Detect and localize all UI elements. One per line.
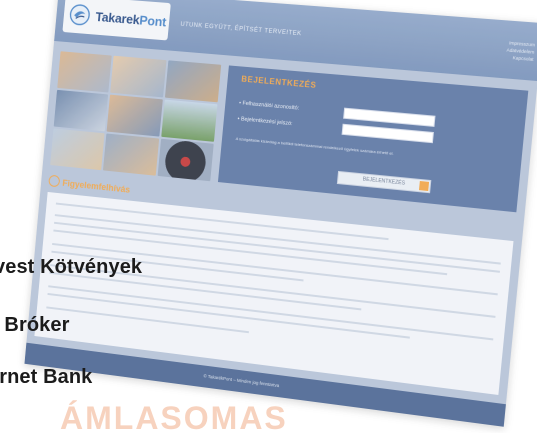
photo-family — [57, 51, 112, 92]
photo-reading — [103, 134, 159, 176]
login-button-label: BEJELENTKEZÉS — [362, 176, 405, 186]
section-title: Figyelemfelhívás — [48, 175, 131, 195]
brand-name: TakarekPont — [95, 9, 167, 29]
screenshot-stage: TakarekPont UTUNK EGYÜTT, ÉPÍTSÉT TERVEI… — [0, 0, 537, 433]
photo-card — [157, 139, 213, 182]
photo-collage — [50, 51, 221, 181]
brand-logo[interactable]: TakarekPont — [62, 0, 170, 40]
photo-business — [54, 90, 109, 132]
photo-landscape — [161, 100, 218, 142]
overlay-heading-broker: t Bróker — [0, 314, 70, 337]
logo-swirl-icon — [69, 3, 91, 26]
site-tagline: UTUNK EGYÜTT, ÉPÍTSÉT TERVEITEK — [180, 22, 302, 38]
photo-kids — [50, 128, 105, 170]
password-field[interactable] — [342, 124, 434, 144]
login-panel: BEJELENTKEZÉS • Felhasználói azonosító: … — [218, 65, 528, 212]
info-circle-icon — [48, 175, 60, 188]
section-title-text: Figyelemfelhívás — [62, 178, 131, 195]
photo-smiling — [107, 95, 163, 137]
arrow-right-icon — [419, 181, 429, 191]
username-label: • Felhasználói azonosító: — [239, 100, 300, 111]
photo-portrait — [165, 60, 222, 102]
login-title: BEJELENTKEZÉS — [241, 75, 317, 90]
photo-couple — [110, 56, 166, 98]
password-label: • Bejelentkezési jelszó: — [237, 116, 292, 127]
top-link-kapcsolat[interactable]: Kapcsolat — [506, 54, 534, 63]
overlay-heading-bonds: vest Kötvények — [0, 256, 142, 279]
site-body: BEJELENTKEZÉS • Felhasználói azonosító: … — [24, 41, 537, 427]
overlay-heading-internet-bank: ernet Bank — [0, 366, 92, 389]
website-screenshot-card: TakarekPont UTUNK EGYÜTT, ÉPÍTSÉT TERVEI… — [24, 0, 537, 427]
faded-bottom-heading: ÁMLASOMAS — [60, 400, 288, 433]
login-button[interactable]: BEJELENTKEZÉS — [337, 171, 431, 193]
notice-text-line — [48, 285, 493, 340]
brand-name-main: Takarek — [95, 9, 140, 27]
top-links: Impresszum Adatvédelem Kapcsolat — [506, 39, 536, 63]
footer-text: © TakarékPont – Minden jog fenntartva — [203, 373, 279, 388]
brand-name-accent: Pont — [139, 12, 167, 29]
notice-text-line — [46, 306, 249, 333]
